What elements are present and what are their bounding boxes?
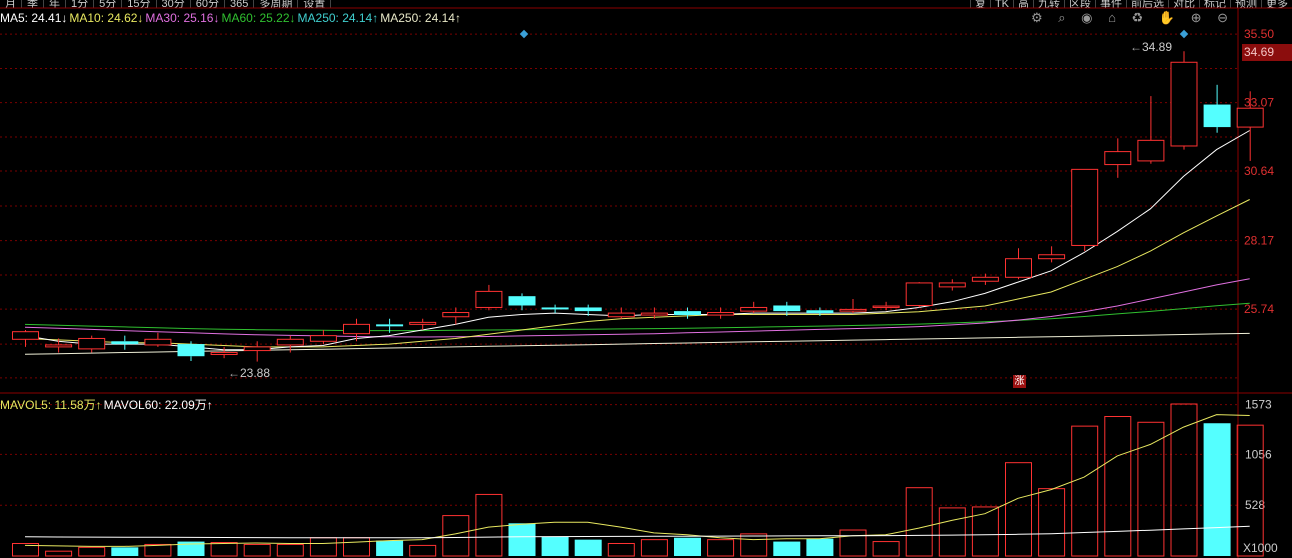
- candle-body: [1203, 104, 1231, 128]
- low-price-annotation: ←23.88: [228, 366, 271, 380]
- candle-body: [177, 344, 205, 357]
- volume-bar: [640, 539, 668, 557]
- candle-body: [541, 307, 569, 310]
- volume-bar: [1203, 423, 1231, 556]
- volume-bar: [1137, 421, 1165, 557]
- volume-tick-label: 1573: [1245, 398, 1272, 412]
- volume-bar: [938, 507, 966, 557]
- ma5-line: [24, 130, 1250, 351]
- volume-bar: [1236, 424, 1264, 557]
- candle-body: [442, 312, 470, 318]
- candle-body: [806, 310, 834, 314]
- volume-bar: [78, 546, 106, 557]
- candle-body: [938, 282, 966, 288]
- candle-body: [574, 307, 602, 312]
- candle-body: [12, 331, 39, 340]
- candle-body: [376, 324, 404, 327]
- volume-bar: [707, 539, 735, 557]
- volume-bar: [806, 538, 834, 556]
- candle-body: [144, 338, 172, 346]
- candle-body: [343, 323, 370, 335]
- candle-body: [1104, 151, 1132, 166]
- candle-body: [508, 296, 536, 306]
- volume-bar: [607, 542, 635, 557]
- candle-body: [309, 335, 337, 342]
- candle-body: [839, 308, 867, 312]
- price-tick-label: 33.07: [1244, 96, 1274, 110]
- volume-bar: [144, 543, 172, 557]
- ma10-line: [24, 199, 1250, 348]
- volume-bar: [111, 547, 139, 556]
- volume-bar: [210, 542, 238, 557]
- price-tick-label: 35.50: [1244, 27, 1274, 41]
- volume-bar: [45, 550, 73, 557]
- volume-bar: [574, 539, 602, 556]
- high-price-annotation: ←34.89: [1130, 40, 1173, 54]
- candle-body: [1071, 168, 1099, 246]
- candle-body: [45, 344, 73, 348]
- candle-body: [607, 312, 635, 318]
- volume-bar: [541, 536, 569, 556]
- volume-tick-label: 1056: [1245, 447, 1272, 461]
- volume-legend: MAVOL5: 11.58万↑ MAVOL60: 22.09万↑: [0, 396, 215, 413]
- current-price-badge: 34.69: [1242, 44, 1292, 61]
- candle-body: [1038, 254, 1066, 260]
- volume-tick-label: 528: [1245, 498, 1265, 512]
- price-tick-label: 25.74: [1244, 302, 1274, 316]
- volume-bar: [243, 543, 271, 557]
- high-price-value: 34.89: [1142, 40, 1173, 54]
- volume-bar: [1005, 462, 1032, 557]
- volume-unit-label: X1000: [1243, 541, 1278, 555]
- volume-bar: [740, 533, 768, 557]
- candle-body: [1236, 107, 1264, 128]
- volume-bar: [508, 523, 536, 556]
- mavol60-line: [24, 525, 1250, 539]
- price-tick-label: 28.17: [1244, 234, 1274, 248]
- candle-body: [773, 305, 801, 312]
- volume-bar: [276, 543, 304, 557]
- volume-bar: [872, 541, 900, 557]
- price-tick-label: 30.64: [1244, 164, 1274, 178]
- candle-body: [276, 338, 304, 346]
- low-price-value: 23.88: [240, 366, 271, 380]
- ma60-line: [24, 302, 1250, 332]
- volume-bar: [1071, 425, 1099, 557]
- candle-body: [640, 312, 668, 316]
- candle-body: [674, 311, 701, 316]
- candle-body: [872, 305, 900, 308]
- volume-bar: [376, 540, 404, 556]
- candle-body: [409, 321, 437, 325]
- volume-bar: [839, 529, 867, 557]
- vol-legend-item-0: MAVOL5: 11.58万↑: [0, 398, 102, 412]
- volume-bar: [1104, 416, 1132, 557]
- candle-body: [78, 337, 106, 350]
- candle-body: [740, 306, 768, 312]
- vol-legend-item-1: MAVOL60: 22.09万↑: [103, 398, 213, 412]
- candle-body: [1137, 139, 1165, 162]
- candle-body: [707, 312, 735, 316]
- volume-bar: [475, 493, 503, 557]
- candle-body: [1005, 258, 1032, 278]
- candle-body: [905, 282, 933, 306]
- volume-bar: [773, 541, 801, 556]
- volume-bar: [971, 506, 999, 557]
- volume-bar: [1038, 488, 1066, 557]
- candle-body: [243, 346, 271, 352]
- limit-up-badge: 涨: [1013, 375, 1026, 388]
- volume-bar: [409, 544, 437, 557]
- candlestick-chart: 35.50 33.07 30.64 28.17 25.74 1573 1056 528: [0, 7, 1292, 558]
- volume-bar: [674, 537, 701, 556]
- mavol5-line: [24, 414, 1250, 547]
- candle-body: [475, 290, 503, 308]
- volume-bar: [309, 537, 337, 557]
- candle-body: [111, 341, 139, 345]
- volume-bar: [905, 487, 933, 557]
- candle-body: [210, 352, 238, 356]
- candle-body: [1170, 61, 1198, 147]
- candle-body: [971, 276, 999, 282]
- volume-bar: [343, 537, 370, 557]
